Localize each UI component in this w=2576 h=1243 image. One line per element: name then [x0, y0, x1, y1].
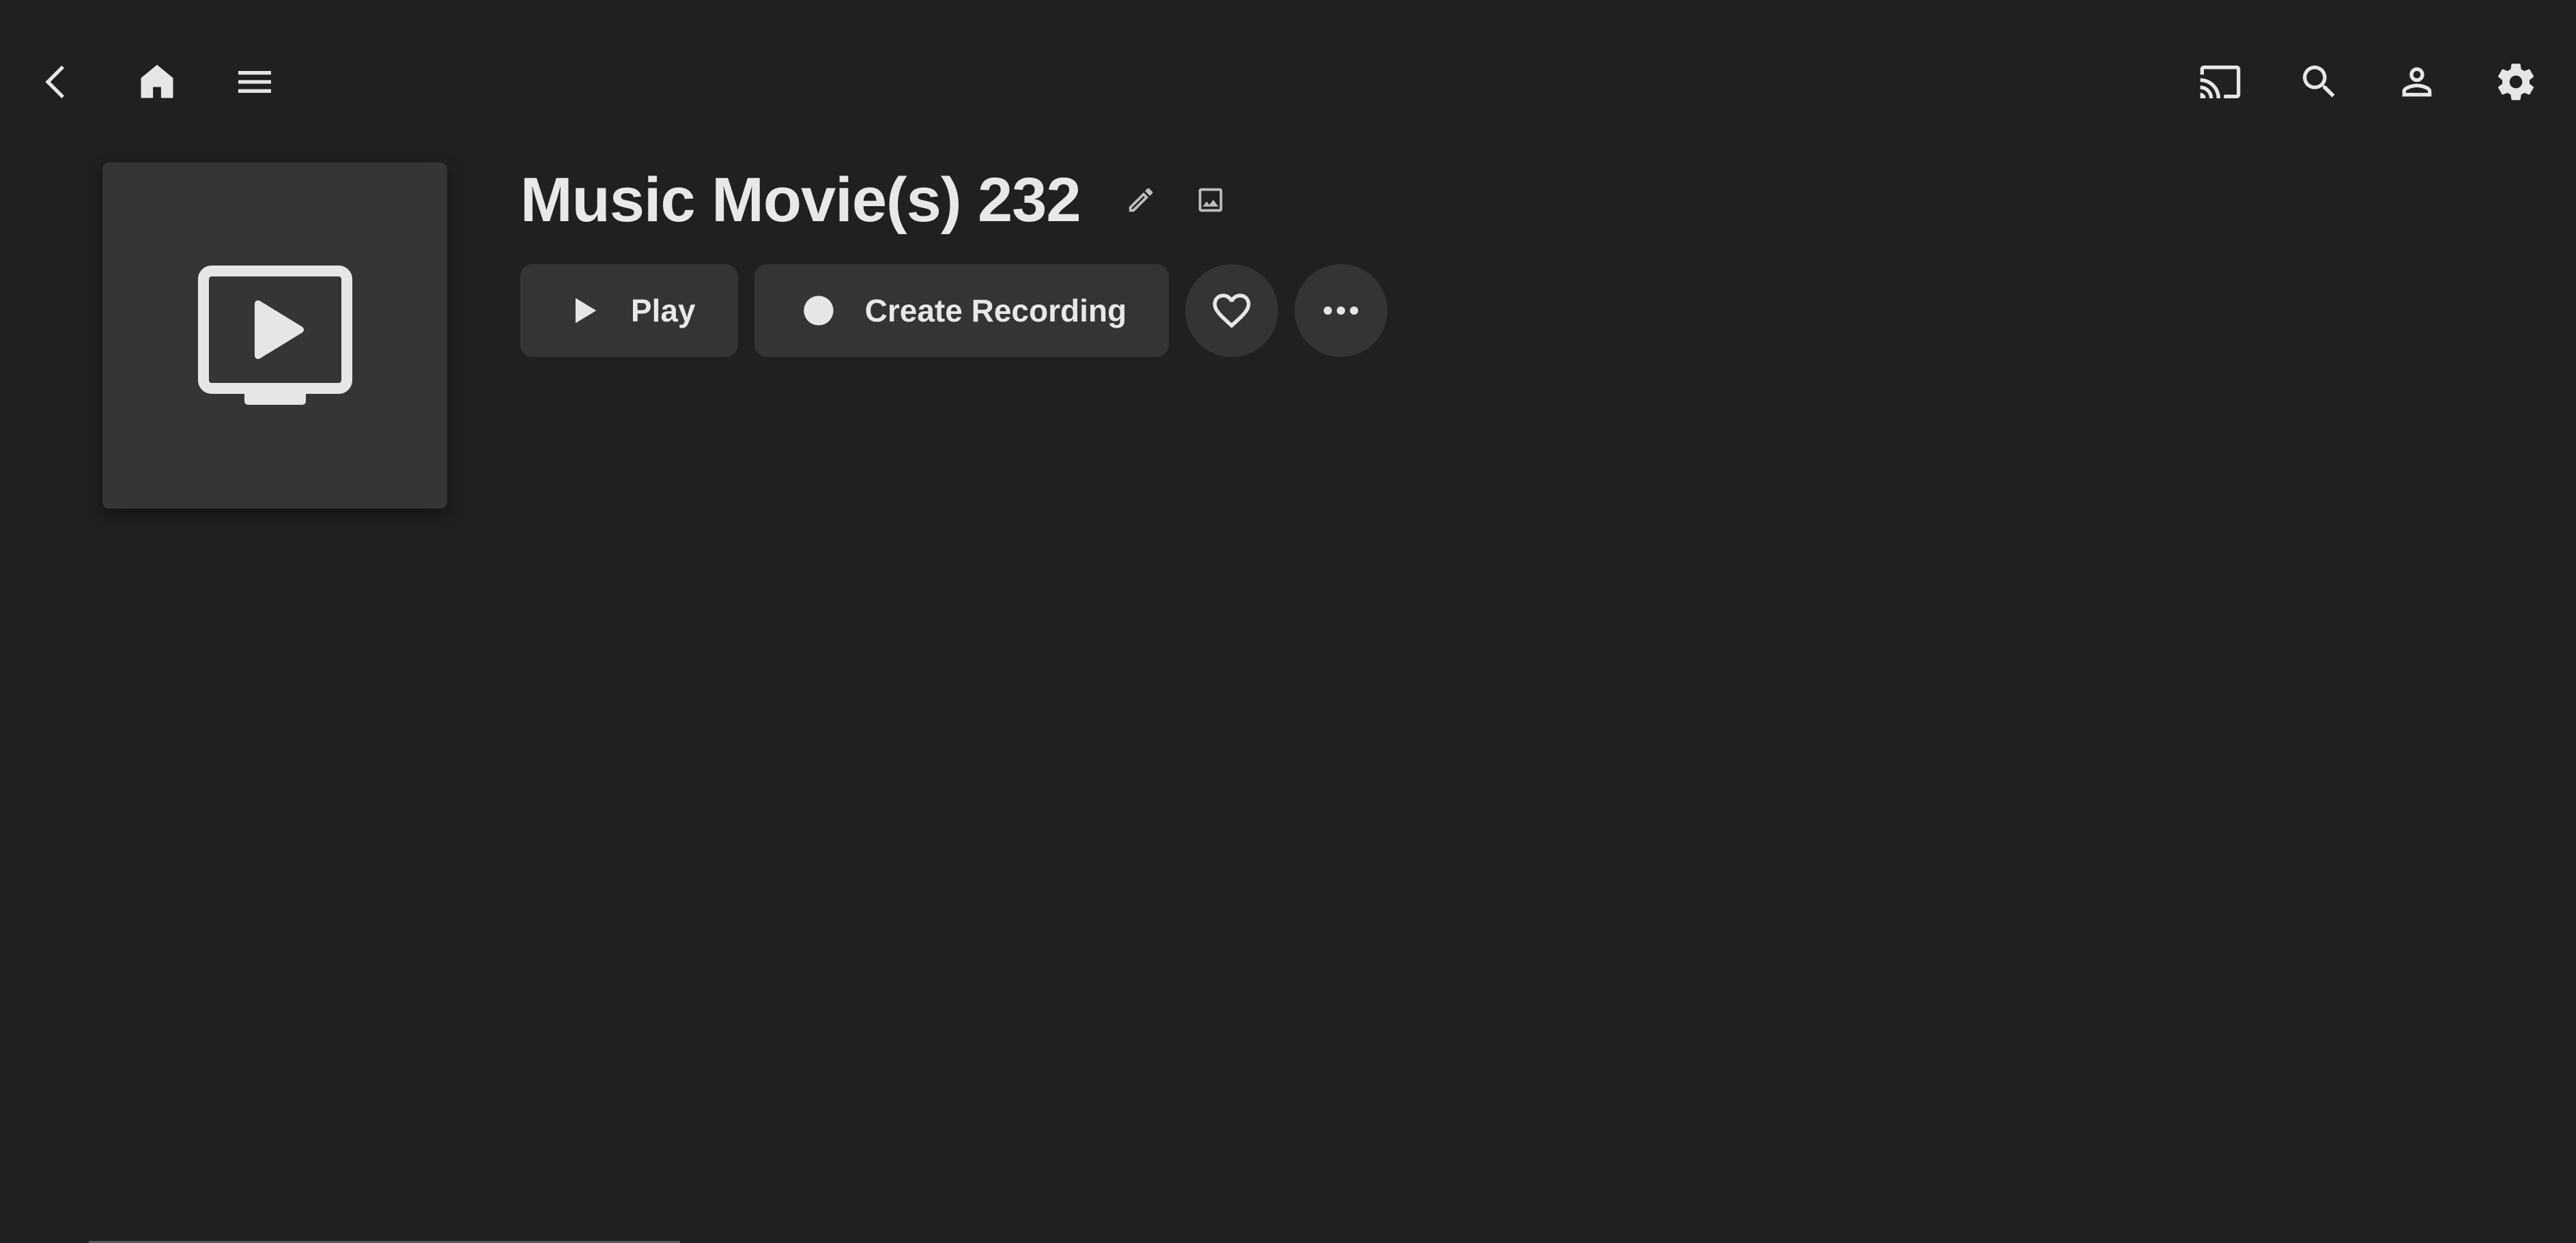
play-icon	[567, 293, 602, 328]
settings-icon[interactable]	[2489, 55, 2543, 109]
page-title: Music Movie(s) 232	[520, 165, 1081, 235]
action-buttons: Play Create Recording	[520, 264, 1404, 357]
heart-icon	[1213, 294, 1251, 328]
user-icon[interactable]	[2390, 55, 2444, 109]
play-button-label: Play	[631, 293, 696, 328]
item-poster[interactable]	[102, 162, 447, 509]
play-button[interactable]: Play	[520, 264, 738, 357]
image-icon[interactable]	[1186, 175, 1235, 225]
more-horizontal-icon	[1323, 306, 1359, 315]
more-button[interactable]	[1294, 264, 1388, 357]
create-recording-button-label: Create Recording	[864, 293, 1127, 328]
title-row: Music Movie(s) 232	[520, 158, 1235, 242]
search-icon[interactable]	[2292, 55, 2347, 109]
menu-icon[interactable]	[227, 55, 282, 109]
edit-icon[interactable]	[1116, 175, 1165, 225]
home-icon[interactable]	[130, 55, 184, 109]
favorite-button[interactable]	[1185, 264, 1279, 357]
create-recording-button[interactable]: Create Recording	[754, 264, 1170, 357]
record-icon	[801, 293, 836, 328]
tv-play-icon	[197, 265, 352, 405]
cast-icon[interactable]	[2193, 55, 2248, 109]
back-icon[interactable]	[31, 55, 85, 109]
top-app-bar	[0, 0, 2576, 157]
